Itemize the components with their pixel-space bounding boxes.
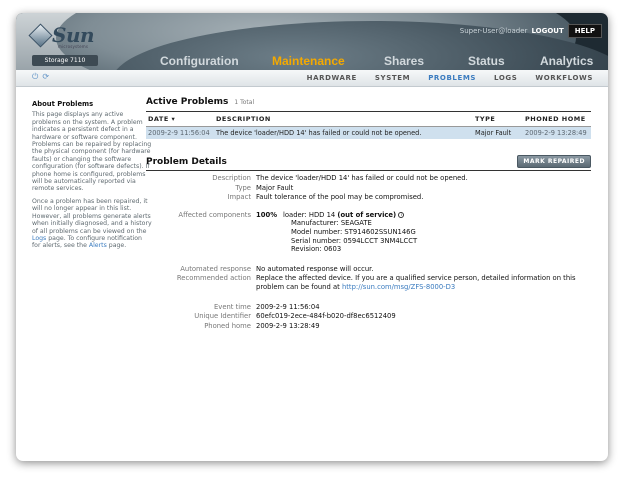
refresh-icon[interactable]: ⟳ [42, 72, 49, 82]
logout-link[interactable]: LOGOUT [531, 27, 563, 35]
alerts-link[interactable]: Alerts [89, 242, 107, 249]
sub-tabs: HARDWARE SYSTEM PROBLEMS LOGS WORKFLOWS [298, 74, 602, 82]
problems-table: DATE ▾ DESCRIPTION TYPE PHONED HOME 2009… [146, 111, 591, 139]
detail-phoned-home: Phoned home 2009-2-9 13:28:49 [204, 321, 320, 330]
affected-revision: Revision: 0603 [291, 245, 342, 254]
problem-details-title: Problem Details [146, 156, 227, 167]
column-description[interactable]: DESCRIPTION [214, 111, 473, 127]
affected-manufacturer: Manufacturer: SEAGATE [291, 219, 372, 228]
detail-impact: Impact Fault tolerance of the pool may b… [227, 193, 424, 202]
detail-description: Description The device 'loader/HDD 14' h… [212, 174, 468, 182]
affected-status: (out of service) [337, 210, 397, 219]
detail-recommended-action: Recommended action Replace the affected … [176, 274, 576, 291]
detail-type: Type Major Fault [235, 183, 294, 192]
sub-nav: ⏻ ⟳ HARDWARE SYSTEM PROBLEMS LOGS WORKFL… [16, 70, 608, 87]
sidebar-title: About Problems [32, 100, 94, 108]
sidebar-paragraph-2: Once a problem has been repaired, it wil… [32, 197, 152, 250]
problem-details-body: Description The device 'loader/HDD 14' h… [146, 174, 591, 330]
row-type: Major Fault [473, 126, 523, 139]
column-date[interactable]: DATE ▾ [146, 111, 214, 127]
row-date: 2009-2-9 11:56:04 [146, 126, 214, 139]
main-nav: Configuration Maintenance Shares Status … [160, 54, 608, 68]
help-button[interactable]: HELP [567, 24, 602, 38]
product-badge: Storage 7110 [32, 55, 98, 66]
current-user: Super-User@loader [459, 27, 528, 35]
power-icon[interactable]: ⏻ [32, 72, 38, 82]
sun-logo[interactable]: Sun microsystems [28, 22, 95, 49]
tab-maintenance[interactable]: Maintenance [272, 54, 384, 68]
affected-percent: 100% [256, 210, 277, 219]
help-sidebar: About Problems This page displays any ac… [32, 100, 152, 255]
column-phoned-home[interactable]: PHONED HOME [523, 111, 591, 127]
info-icon[interactable]: i [398, 211, 405, 218]
app-window: Sun microsystems Storage 7110 Super-User… [16, 13, 608, 461]
app-header: Sun microsystems Storage 7110 Super-User… [16, 13, 608, 70]
subtab-system[interactable]: SYSTEM [366, 74, 419, 82]
mark-repaired-button[interactable]: MARK REPAIRED [517, 155, 591, 168]
subtab-hardware[interactable]: HARDWARE [298, 74, 366, 82]
affected-model: Model number: ST914602SSUN146G [291, 227, 416, 236]
sub-nav-icons: ⏻ ⟳ [32, 72, 49, 82]
logs-link[interactable]: Logs [32, 235, 46, 242]
tab-shares[interactable]: Shares [384, 54, 468, 68]
active-problems-header: Active Problems 1 Total [146, 97, 591, 107]
knowledge-article-link[interactable]: http://sun.com/msg/ZFS-8000-D3 [342, 283, 455, 291]
affected-serial: Serial number: 0594LCCT 3NM4LCCT [291, 236, 418, 245]
sun-diamond-icon [28, 22, 53, 48]
detail-event-time: Event time 2009-2-9 11:56:04 [214, 302, 320, 311]
subtab-problems[interactable]: PROBLEMS [419, 74, 485, 82]
active-problems-title: Active Problems [146, 97, 229, 107]
subtab-logs[interactable]: LOGS [485, 74, 526, 82]
sidebar-paragraph-1: This page displays any active problems o… [32, 111, 152, 193]
detail-unique-identifier: Unique Identifier 60efc019-2ece-484f-b02… [194, 312, 396, 321]
subtab-workflows[interactable]: WORKFLOWS [526, 74, 602, 82]
sun-microsystems-text: microsystems [58, 44, 89, 49]
detail-automated-response: Automated response No automated response… [180, 264, 374, 273]
row-phoned-home: 2009-2-9 13:28:49 [523, 126, 591, 139]
problem-count: 1 Total [234, 99, 255, 106]
problem-details-header: Problem Details MARK REPAIRED [146, 155, 591, 171]
tab-status[interactable]: Status [468, 54, 540, 68]
tab-analytics[interactable]: Analytics [540, 54, 600, 68]
tab-configuration[interactable]: Configuration [160, 54, 272, 68]
main-content: Active Problems 1 Total DATE ▾ DESCRIPTI… [146, 97, 591, 330]
table-row[interactable]: 2009-2-9 11:56:04 The device 'loader/HDD… [146, 126, 591, 139]
row-description: The device 'loader/HDD 14' has failed or… [214, 126, 473, 139]
user-area: Super-User@loader LOGOUT HELP [460, 24, 602, 38]
column-type[interactable]: TYPE [473, 111, 523, 127]
detail-affected-components: Affected components 100% loader: HDD 14 … [178, 210, 418, 254]
affected-component: loader: HDD 14 [283, 210, 336, 219]
